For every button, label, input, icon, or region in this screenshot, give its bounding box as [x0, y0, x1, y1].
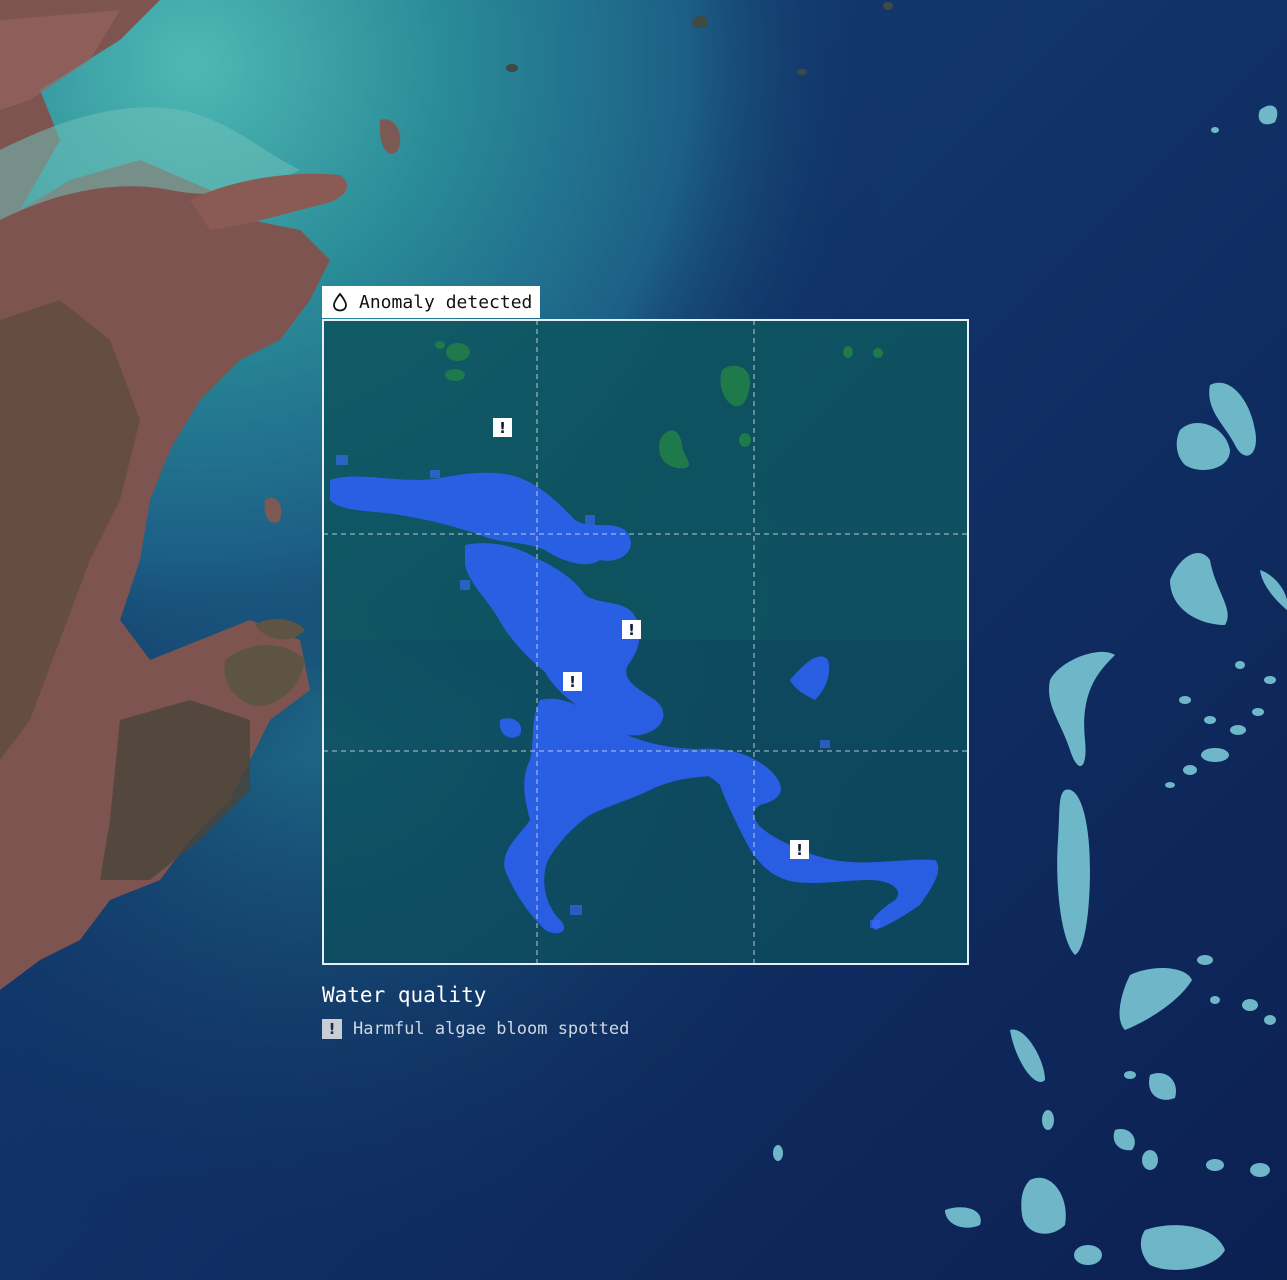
legend-item-label: Harmful algae bloom spotted [353, 1019, 630, 1039]
alert-icon: ! [322, 1019, 342, 1039]
alert-marker-3[interactable]: ! [563, 672, 582, 691]
alert-marker-1[interactable]: ! [493, 418, 512, 437]
alert-marker-2[interactable]: ! [622, 620, 641, 639]
anomaly-detected-label[interactable]: Anomaly detected [322, 286, 541, 318]
legend-title: Water quality [322, 983, 487, 1007]
detection-frame [322, 319, 969, 965]
anomaly-label-text: Anomaly detected [359, 291, 533, 313]
alert-marker-4[interactable]: ! [790, 840, 809, 859]
water-drop-icon [333, 292, 347, 312]
legend-item: ! Harmful algae bloom spotted [322, 1019, 629, 1039]
